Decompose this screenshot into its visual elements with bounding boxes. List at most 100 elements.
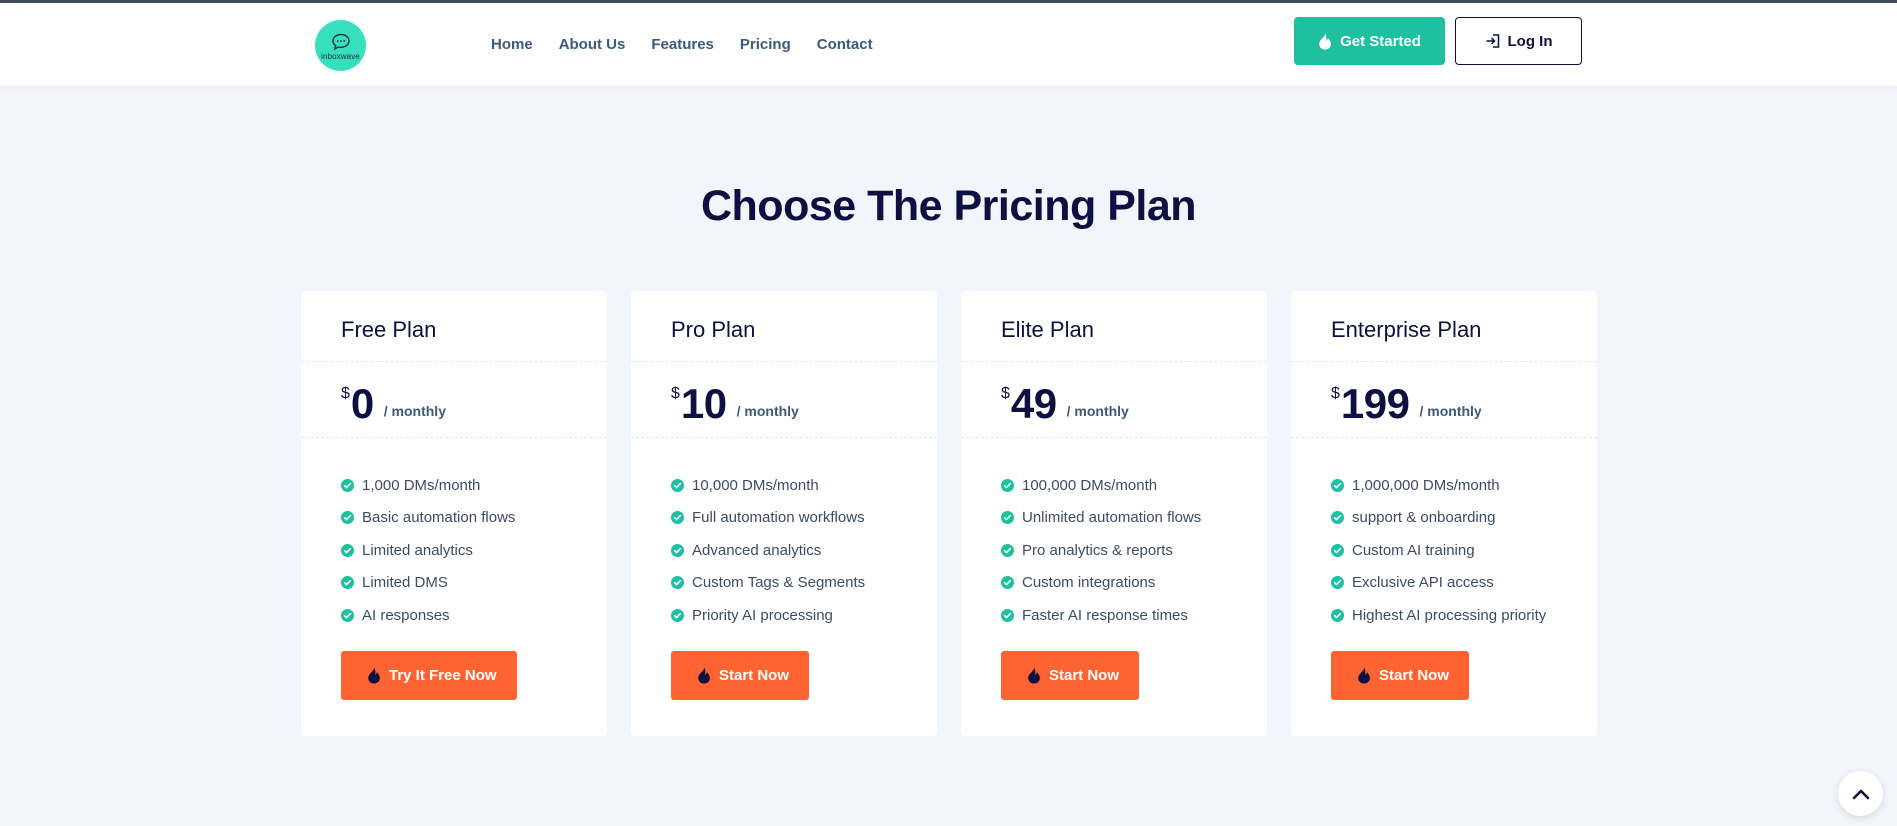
check-badge bbox=[671, 576, 684, 590]
divider bbox=[1291, 437, 1597, 438]
check-badge bbox=[1331, 576, 1344, 590]
pricing-card: Elite Plan $49 / monthly 100,000 DMs/month U… bbox=[961, 291, 1267, 736]
feature-item: Highest AI processing priority bbox=[1331, 599, 1546, 632]
chat-bubble-icon bbox=[331, 33, 350, 50]
plan-cta-label: Start Now bbox=[1049, 667, 1120, 684]
check-icon bbox=[1003, 612, 1012, 619]
nav-link-pricing[interactable]: Pricing bbox=[740, 36, 791, 54]
plan-price: $0 / monthly bbox=[341, 381, 446, 427]
check-icon bbox=[1333, 612, 1342, 619]
feature-item: Unlimited automation flows bbox=[1001, 502, 1201, 535]
nav-link-home[interactable]: Home bbox=[491, 36, 533, 54]
feature-item: 1,000,000 DMs/month bbox=[1331, 469, 1546, 502]
feature-item: 10,000 DMs/month bbox=[671, 469, 865, 502]
check-icon bbox=[1333, 580, 1342, 586]
check-icon bbox=[1333, 547, 1342, 554]
plan-cta-label: Start Now bbox=[719, 667, 790, 684]
feature-text: Limited DMS bbox=[362, 574, 448, 592]
nav-link-contact[interactable]: Contact bbox=[817, 36, 873, 54]
feature-list: 100,000 DMs/month Unlimited automation fl… bbox=[1001, 469, 1201, 632]
feature-text: 100,000 DMs/month bbox=[1022, 476, 1158, 494]
check-icon bbox=[1333, 515, 1342, 521]
feature-item: Exclusive API access bbox=[1331, 567, 1546, 600]
check-badge bbox=[1331, 478, 1344, 492]
flame-icon bbox=[1319, 33, 1331, 49]
feature-item: 100,000 DMs/month bbox=[1001, 469, 1201, 502]
brand-name: inboxwave bbox=[321, 51, 360, 61]
plan-cta-label: Start Now bbox=[1379, 667, 1450, 684]
flame-icon bbox=[1028, 667, 1040, 684]
plan-price: $49 / monthly bbox=[1001, 381, 1129, 427]
divider bbox=[301, 361, 607, 362]
check-badge bbox=[1001, 576, 1014, 590]
check-icon bbox=[673, 482, 682, 489]
get-started-button[interactable]: Get Started bbox=[1294, 17, 1445, 65]
log-in-button[interactable]: Log In bbox=[1455, 17, 1582, 65]
feature-text: 1,000 DMs/month bbox=[362, 476, 481, 494]
feature-item: Faster AI response times bbox=[1001, 599, 1201, 632]
check-badge bbox=[1001, 478, 1014, 492]
check-icon bbox=[1003, 580, 1012, 586]
check-badge bbox=[671, 608, 684, 622]
check-icon bbox=[343, 482, 352, 489]
plan-cta-button[interactable]: Try It Free Now bbox=[341, 651, 517, 700]
price-period: / monthly bbox=[1419, 403, 1482, 419]
price-period: / monthly bbox=[736, 403, 799, 419]
plan-cta-button[interactable]: Start Now bbox=[1331, 651, 1470, 700]
currency-symbol: $ bbox=[341, 385, 350, 402]
feature-text: Faster AI response times bbox=[1022, 606, 1188, 624]
feature-item: Limited analytics bbox=[341, 534, 515, 567]
feature-item: Basic automation flows bbox=[341, 502, 515, 535]
check-icon bbox=[343, 547, 352, 554]
check-badge bbox=[1001, 543, 1014, 557]
feature-text: Custom integrations bbox=[1022, 574, 1156, 592]
feature-text: support & onboarding bbox=[1352, 509, 1496, 527]
currency-symbol: $ bbox=[671, 385, 680, 402]
feature-list: 10,000 DMs/month Full automation workflow… bbox=[671, 469, 865, 632]
check-icon bbox=[673, 580, 682, 586]
feature-text: Limited analytics bbox=[362, 541, 473, 559]
divider bbox=[961, 361, 1267, 362]
check-badge bbox=[1001, 511, 1014, 525]
check-icon bbox=[1003, 547, 1012, 554]
feature-text: Unlimited automation flows bbox=[1022, 509, 1202, 527]
plan-cta-button[interactable]: Start Now bbox=[1001, 651, 1140, 700]
feature-text: Exclusive API access bbox=[1352, 574, 1494, 592]
divider bbox=[961, 437, 1267, 438]
currency-symbol: $ bbox=[1331, 385, 1340, 402]
check-icon bbox=[343, 515, 352, 521]
plan-cta-label: Try It Free Now bbox=[389, 667, 497, 684]
flame-icon bbox=[1358, 667, 1370, 684]
plan-name: Elite Plan bbox=[1001, 317, 1094, 342]
plan-name: Pro Plan bbox=[671, 317, 756, 342]
brand-logo[interactable]: inboxwave bbox=[315, 20, 366, 71]
chevron-up-icon bbox=[1852, 789, 1869, 799]
check-badge bbox=[341, 511, 354, 525]
price-amount: 199 bbox=[1340, 380, 1410, 427]
check-badge bbox=[1331, 511, 1344, 525]
check-icon bbox=[673, 515, 682, 521]
feature-item: Full automation workflows bbox=[671, 502, 865, 535]
scroll-to-top-button[interactable] bbox=[1838, 771, 1883, 816]
check-icon bbox=[673, 612, 682, 619]
feature-item: support & onboarding bbox=[1331, 502, 1546, 535]
check-badge bbox=[1331, 608, 1344, 622]
nav-link-about-us[interactable]: About Us bbox=[559, 36, 626, 54]
feature-item: Custom Tags & Segments bbox=[671, 567, 865, 600]
check-icon bbox=[343, 580, 352, 586]
feature-text: Priority AI processing bbox=[692, 606, 833, 624]
feature-text: Full automation workflows bbox=[692, 509, 865, 527]
feature-item: Pro analytics & reports bbox=[1001, 534, 1201, 567]
currency-symbol: $ bbox=[1001, 385, 1010, 402]
nav-link-features[interactable]: Features bbox=[651, 36, 714, 54]
log-in-label: Log In bbox=[1507, 32, 1553, 50]
pricing-card: Enterprise Plan $199 / monthly 1,000,000 DM… bbox=[1291, 291, 1597, 736]
flame-icon bbox=[368, 667, 380, 684]
feature-item: Custom integrations bbox=[1001, 567, 1201, 600]
plan-cta-button[interactable]: Start Now bbox=[671, 651, 810, 700]
pricing-card: Free Plan $0 / monthly 1,000 DMs/month Basic… bbox=[301, 291, 607, 736]
get-started-label: Get Started bbox=[1340, 32, 1421, 50]
check-icon bbox=[1333, 482, 1342, 489]
plan-name: Free Plan bbox=[341, 317, 437, 342]
check-icon bbox=[343, 612, 352, 619]
